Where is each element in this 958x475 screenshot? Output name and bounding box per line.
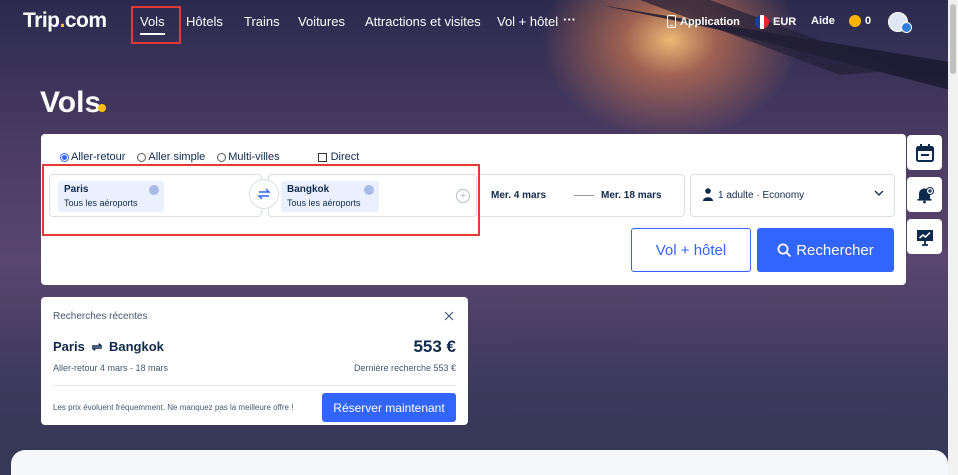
recent-last-search: Dernière recherche 553 € xyxy=(353,363,456,373)
recent-from: Paris xyxy=(53,339,85,354)
return-date[interactable]: Mer. 18 mars xyxy=(601,190,662,201)
scrollbar-thumb[interactable] xyxy=(950,4,956,74)
price-trend-widget[interactable] xyxy=(907,219,942,254)
calendar-icon xyxy=(915,143,934,162)
swap-icon xyxy=(257,188,271,200)
origin-city: Paris xyxy=(64,184,89,195)
page-title: Vols xyxy=(40,86,102,119)
radio-checked-icon xyxy=(60,152,69,162)
person-icon xyxy=(703,188,713,201)
avatar-badge-icon xyxy=(901,22,912,33)
trip-logo[interactable]: Trip.com xyxy=(23,9,107,33)
destination-field[interactable]: Bangkok Tous les aéroports + xyxy=(268,174,477,217)
add-destination-icon[interactable]: + xyxy=(456,189,470,203)
date-separator xyxy=(574,195,594,196)
recent-route[interactable]: Paris ⇌ Bangkok xyxy=(53,339,164,355)
page-scrollbar[interactable] xyxy=(948,0,958,475)
nav-flights[interactable]: Vols xyxy=(140,14,165,35)
help-label: Aide xyxy=(811,15,835,27)
round-trip-arrow-icon: ⇌ xyxy=(91,339,103,354)
search-button-label: Rechercher xyxy=(796,241,874,259)
price-alert-widget[interactable] xyxy=(907,177,942,212)
trip-type-row: Aller-retour Aller simple Multi-villes D… xyxy=(60,151,371,163)
price-trend-icon xyxy=(916,229,933,246)
remove-chip-icon[interactable] xyxy=(364,185,374,195)
price-alert-icon xyxy=(917,186,934,203)
nav-trains[interactable]: Trains xyxy=(244,14,280,29)
trip-type-multicity[interactable]: Multi-villes xyxy=(217,151,280,163)
remove-chip-icon[interactable] xyxy=(149,185,159,195)
recent-trip-info: Aller-retour 4 mars - 18 mars xyxy=(53,363,169,373)
top-navigation: Trip.com Vols Hôtels Trains Voitures Att… xyxy=(0,0,948,44)
recent-searches-card: Recherches récentes Paris ⇌ Bangkok 553 … xyxy=(41,297,468,425)
trip-type-oneway[interactable]: Aller simple xyxy=(137,151,205,163)
search-button[interactable]: Rechercher xyxy=(757,228,894,272)
coin-icon xyxy=(849,15,861,27)
book-now-button[interactable]: Réserver maintenant xyxy=(322,393,456,422)
radio-icon xyxy=(137,152,147,162)
recent-searches-title: Recherches récentes xyxy=(53,311,148,322)
currency-label: EUR xyxy=(773,16,797,28)
app-label: Application xyxy=(680,15,740,28)
currency-selector[interactable]: EUR xyxy=(755,15,796,29)
trip-type-round[interactable]: Aller-retour xyxy=(60,151,125,163)
origin-airports: Tous les aéroports xyxy=(64,198,138,208)
nav-flight-hotel[interactable]: Vol + hôtel xyxy=(497,14,558,29)
trip-coins[interactable]: 0 xyxy=(849,15,871,27)
direct-checkbox[interactable]: Direct xyxy=(317,151,359,163)
calendar-widget[interactable] xyxy=(907,135,942,170)
flight-hotel-button[interactable]: Vol + hôtel xyxy=(631,228,751,272)
destination-chip[interactable]: Bangkok Tous les aéroports xyxy=(281,181,379,212)
phone-icon xyxy=(667,15,676,28)
content-panel xyxy=(11,450,948,475)
nav-cars[interactable]: Voitures xyxy=(298,14,345,29)
app-link[interactable]: Application xyxy=(667,15,740,28)
depart-date[interactable]: Mer. 4 mars xyxy=(491,190,546,201)
radio-icon xyxy=(217,152,227,162)
checkbox-icon xyxy=(317,152,327,162)
recent-to: Bangkok xyxy=(108,339,164,354)
coins-count: 0 xyxy=(865,15,872,27)
destination-airports: Tous les aéroports xyxy=(287,198,361,208)
divider xyxy=(53,385,456,386)
title-dot xyxy=(98,104,106,112)
destination-city: Bangkok xyxy=(287,184,330,195)
france-flag-icon xyxy=(755,15,769,29)
nav-hotels[interactable]: Hôtels xyxy=(186,14,223,29)
help-link[interactable]: Aide xyxy=(811,15,835,27)
more-menu-icon[interactable]: ··· xyxy=(563,12,576,27)
nav-attractions[interactable]: Attractions et visites xyxy=(365,14,481,29)
origin-chip[interactable]: Paris Tous les aéroports xyxy=(58,181,164,212)
passengers-value: 1 adulte · Economy xyxy=(718,190,805,201)
recent-price: 553 € xyxy=(413,337,456,356)
flight-search-card: Aller-retour Aller simple Multi-villes D… xyxy=(41,134,906,285)
origin-field[interactable]: Paris Tous les aéroports xyxy=(49,174,262,217)
close-icon[interactable] xyxy=(444,311,454,321)
chevron-down-icon[interactable] xyxy=(874,188,884,198)
price-note: Les prix évoluent fréquemment. Ne manque… xyxy=(53,403,294,412)
swap-cities-button[interactable] xyxy=(249,179,279,209)
search-icon xyxy=(777,243,792,257)
